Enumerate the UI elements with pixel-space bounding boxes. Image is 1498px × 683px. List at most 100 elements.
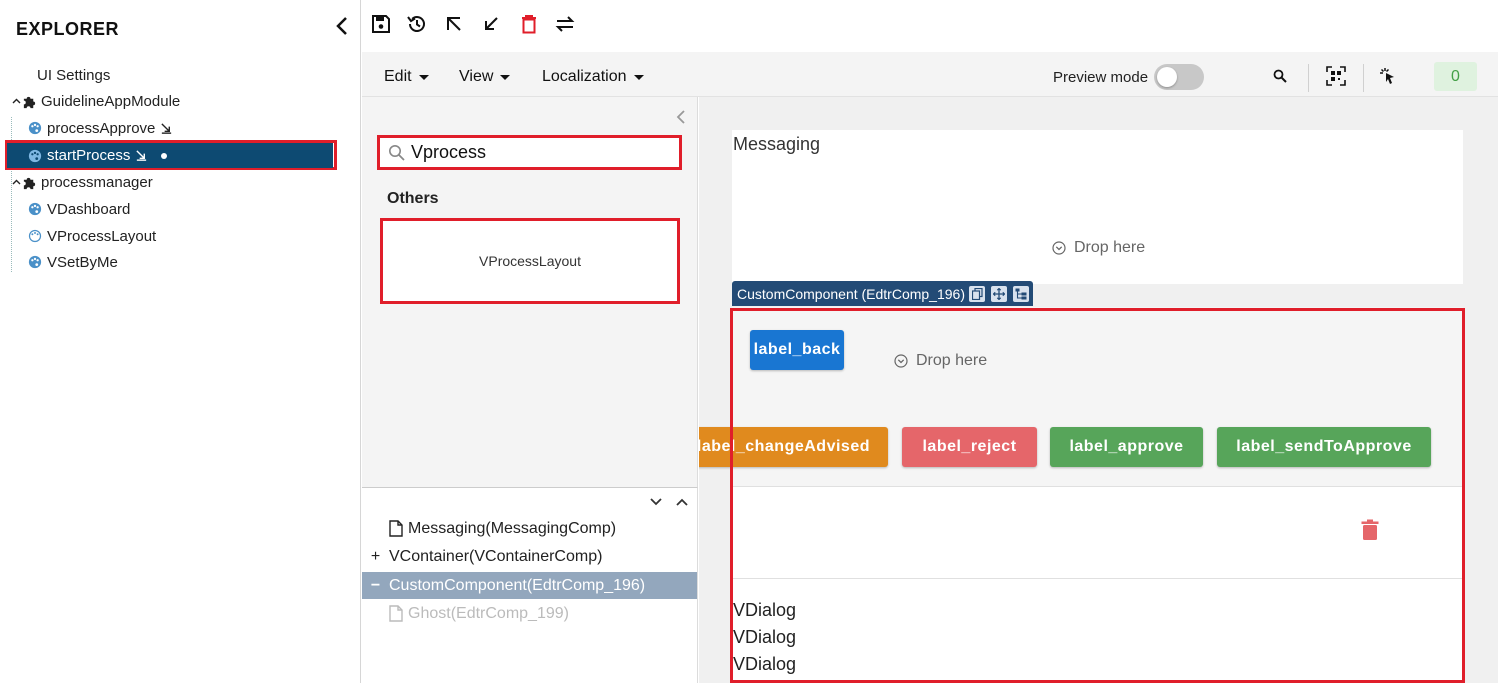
view-menu-label: View (459, 68, 494, 85)
tree-item-vprocesslayout[interactable]: VProcessLayout (27, 225, 156, 247)
footer-container (732, 486, 1463, 579)
change-advised-button[interactable]: label_changeAdvised (699, 427, 888, 467)
component-palette: Others VProcessLayout (362, 97, 698, 487)
delete-icon[interactable] (518, 13, 540, 35)
tree-item-label: VSetByMe (47, 253, 118, 271)
messaging-component[interactable]: Messaging Drop here (732, 130, 1463, 284)
link-arrow-icon (158, 120, 174, 136)
design-canvas: Messaging Drop here CustomComponent (Edt… (699, 97, 1498, 683)
caret-down-icon (418, 74, 429, 80)
save-icon[interactable] (370, 13, 392, 35)
history-icon[interactable] (406, 13, 428, 35)
drop-zone[interactable]: Drop here (1052, 239, 1145, 257)
approve-button[interactable]: label_approve (1050, 427, 1203, 467)
toolbar (362, 0, 1498, 52)
structure-item-label: Ghost(EdtrComp_199) (408, 604, 569, 622)
preview-mode-label: Preview mode (1053, 69, 1149, 86)
caret-down-icon (633, 74, 644, 80)
select-child-icon[interactable] (480, 13, 502, 35)
counter-badge[interactable]: 0 (1434, 62, 1477, 91)
tree-item-label: UI Settings (37, 66, 111, 84)
caret-down-icon (500, 74, 511, 80)
puzzle-icon (21, 93, 37, 109)
tree-item-label: GuidelineAppModule (41, 92, 181, 110)
tree-item-label: processApprove (47, 119, 156, 137)
menu-bar: Edit View Localization Preview mode 0 (362, 52, 1498, 97)
vdialog-item[interactable]: VDialog (733, 600, 796, 621)
edit-menu[interactable]: Edit (384, 68, 429, 86)
structure-item-messaging[interactable]: Messaging(MessagingComp) (362, 515, 697, 542)
palette-icon (27, 254, 43, 270)
chevron-left-icon[interactable] (675, 109, 689, 125)
file-icon (389, 605, 403, 622)
tree-item-label: VProcessLayout (47, 227, 157, 245)
messaging-label: Messaging (733, 134, 821, 154)
send-to-approve-button[interactable]: label_sendToApprove (1217, 427, 1431, 467)
palette-icon (27, 201, 43, 217)
search-input[interactable] (411, 142, 671, 163)
tree-item-vdashboard[interactable]: VDashboard (27, 198, 130, 220)
vdialog-item[interactable]: VDialog (733, 627, 796, 648)
component-tag-label: CustomComponent (EdtrComp_196) (737, 285, 965, 302)
back-button[interactable]: label_back (750, 330, 844, 370)
tree-item-vsetbyme[interactable]: VSetByMe (27, 251, 118, 273)
tree-item-guidelineappmodule[interactable]: GuidelineAppModule (11, 90, 180, 112)
drop-zone-label: Drop here (916, 352, 988, 369)
swap-icon[interactable] (554, 13, 576, 35)
structure-prefix[interactable]: + (362, 548, 389, 566)
chevron-up-icon[interactable] (11, 98, 21, 104)
chevron-up-icon[interactable] (11, 179, 21, 185)
select-parent-icon[interactable] (443, 13, 465, 35)
edit-menu-label: Edit (384, 68, 412, 85)
chevron-down-icon[interactable] (649, 495, 663, 507)
palette-outline-icon (27, 228, 43, 244)
tree-structure-icon[interactable] (1013, 285, 1029, 302)
localization-menu-label: Localization (542, 68, 627, 85)
structure-item-label: Messaging(MessagingComp) (408, 519, 617, 537)
component-tag[interactable]: CustomComponent (EdtrComp_196) (732, 281, 1033, 306)
view-menu[interactable]: View (459, 68, 511, 86)
structure-item-vcontainer[interactable]: + VContainer(VContainerComp) (362, 543, 697, 570)
cursor-click-icon[interactable] (1378, 66, 1398, 86)
chevron-circle-icon (894, 354, 908, 368)
component-search-field[interactable] (377, 135, 682, 170)
unsaved-dot-icon (161, 152, 168, 159)
tree-item-label: startProcess (47, 147, 131, 164)
dialog-list: VDialog VDialog VDialog (732, 579, 1463, 683)
structure-item-customcomponent[interactable]: − CustomComponent(EdtrComp_196) (362, 572, 697, 599)
tree-guide (11, 117, 12, 272)
localization-menu[interactable]: Localization (542, 68, 644, 86)
palette-section-title: Others (387, 190, 439, 207)
structure-prefix[interactable]: − (362, 577, 389, 595)
component-card-vprocesslayout[interactable]: VProcessLayout (380, 218, 680, 304)
file-icon (389, 520, 403, 537)
qr-scan-icon[interactable] (1326, 66, 1346, 86)
tree-item-label: VDashboard (47, 200, 131, 218)
tree-item-startprocess[interactable]: startProcess (7, 143, 333, 168)
search-icon[interactable] (1270, 66, 1290, 86)
chevron-circle-icon (1052, 241, 1066, 255)
palette-icon (27, 148, 43, 164)
tree-item-processapprove[interactable]: processApprove (27, 117, 174, 139)
palette-icon (27, 120, 43, 136)
tree-item-ui-settings[interactable]: UI Settings (37, 64, 110, 86)
tree-item-label: processmanager (41, 173, 153, 191)
vdialog-item[interactable]: VDialog (733, 654, 796, 675)
tree-item-processmanager[interactable]: processmanager (11, 171, 153, 193)
chevron-up-icon[interactable] (675, 495, 689, 507)
explorer-panel: EXPLORER UI Settings GuidelineAppModule … (0, 0, 361, 683)
structure-tree: Messaging(MessagingComp) + VContainer(VC… (362, 487, 698, 683)
toggle-knob (1157, 67, 1177, 87)
trash-icon[interactable] (1361, 519, 1379, 541)
toolbar-divider (1308, 64, 1309, 92)
move-icon[interactable] (991, 285, 1007, 302)
explorer-title: EXPLORER (16, 19, 120, 39)
copy-icon[interactable] (969, 285, 985, 302)
reject-button[interactable]: label_reject (902, 427, 1037, 467)
drop-zone-label: Drop here (1074, 239, 1146, 256)
structure-item-ghost[interactable]: Ghost(EdtrComp_199) (362, 600, 697, 627)
preview-mode-toggle[interactable] (1154, 64, 1204, 90)
chevron-left-icon[interactable] (333, 15, 351, 37)
drop-zone[interactable]: Drop here (894, 352, 987, 370)
toolbar-divider (1363, 64, 1364, 92)
